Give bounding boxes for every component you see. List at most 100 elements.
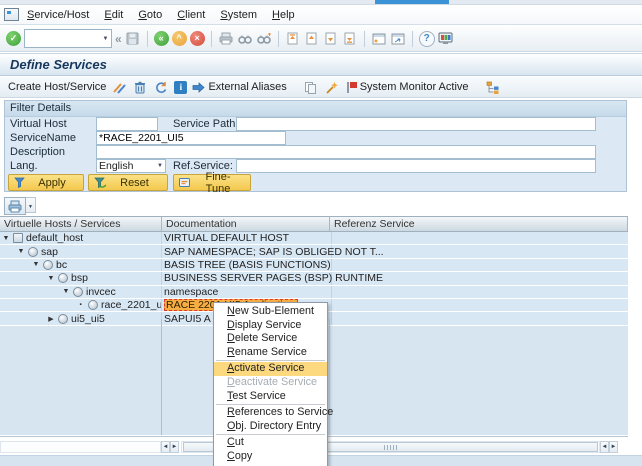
documentation-text[interactable]: namespace xyxy=(164,286,218,298)
service-name[interactable]: sap xyxy=(41,246,58,258)
menubar-item-edit[interactable]: Edit xyxy=(104,9,123,21)
fine-tune-button[interactable]: Fine-Tune xyxy=(173,174,251,191)
table-row-invcec[interactable]: ▼ invcec namespace xyxy=(0,286,628,299)
tree-cell[interactable]: ▼ bsp xyxy=(0,272,162,284)
service-name[interactable]: default_host xyxy=(26,232,83,244)
documentation-text[interactable]: SAP NAMESPACE; SAP IS OBLIGED NOT T... xyxy=(164,246,384,258)
menubar-item-system[interactable]: System xyxy=(220,9,257,21)
next-page-icon[interactable] xyxy=(323,31,339,47)
copy-icon[interactable] xyxy=(303,79,319,95)
service-name-input[interactable] xyxy=(96,131,286,145)
print-list-button[interactable] xyxy=(4,197,26,215)
collapse-toolbar-icon[interactable]: « xyxy=(115,32,122,46)
tree-expander-icon[interactable]: ▼ xyxy=(2,235,10,242)
tree-expander-icon[interactable]: ▼ xyxy=(32,261,40,268)
table-row-bc[interactable]: ▼ bc BASIS TREE (BASIS FUNCTIONS) xyxy=(0,259,628,272)
scroll-left-icon[interactable]: ◄ xyxy=(600,441,609,453)
scrollbar-track[interactable] xyxy=(0,441,161,453)
sort-hierarchy-icon[interactable] xyxy=(485,79,501,95)
last-page-icon[interactable] xyxy=(342,31,358,47)
service-name[interactable]: race_2201_ui5 xyxy=(101,299,162,311)
external-aliases-button[interactable]: External Aliases xyxy=(208,81,286,93)
new-session-icon[interactable] xyxy=(371,31,387,47)
system-menu-icon[interactable] xyxy=(4,8,19,21)
context-menu-item-activate-service[interactable]: Activate Service xyxy=(214,362,327,376)
tree-expander-icon[interactable]: · xyxy=(77,302,85,308)
service-name[interactable]: bc xyxy=(56,259,67,271)
context-menu-item-test-service[interactable]: Test Service xyxy=(214,390,327,404)
menubar-item-service-host[interactable]: Service/Host xyxy=(27,9,89,21)
scroll-right-icon[interactable]: ► xyxy=(609,441,618,453)
ref-service-input[interactable] xyxy=(236,159,596,173)
command-dropdown-icon[interactable]: ▼ xyxy=(100,30,111,47)
tree-cell[interactable]: ▼ bc xyxy=(0,259,162,271)
column-header-documentation[interactable]: Documentation xyxy=(162,217,330,231)
tree-column-hscrollbar[interactable]: ◄ ► xyxy=(0,441,179,453)
context-menu-item-new-sub-element[interactable]: New Sub-Element xyxy=(214,305,327,319)
service-name[interactable]: bsp xyxy=(71,272,88,284)
tree-cell[interactable]: · race_2201_ui5 xyxy=(0,299,162,311)
column-header-hosts-services[interactable]: Virtuelle Hosts / Services xyxy=(0,217,162,231)
cancel-icon[interactable]: × xyxy=(190,31,205,46)
context-menu-item-deactivate-service[interactable]: Deactivate Service xyxy=(214,376,327,390)
find-next-icon[interactable] xyxy=(256,31,272,47)
info-icon[interactable]: i xyxy=(174,81,187,94)
first-page-icon[interactable] xyxy=(285,31,301,47)
context-menu-item-obj-directory-entry[interactable]: Obj. Directory Entry xyxy=(214,420,327,434)
service-path-input[interactable] xyxy=(236,117,596,131)
edit-service-icon[interactable] xyxy=(111,79,127,95)
context-menu-item-rename-service[interactable]: Rename Service xyxy=(214,346,327,360)
scroll-right-icon[interactable]: ► xyxy=(170,441,179,453)
documentation-text[interactable]: BASIS TREE (BASIS FUNCTIONS) xyxy=(164,259,331,271)
documentation-cell[interactable]: VIRTUAL DEFAULT HOST xyxy=(162,232,332,244)
description-input[interactable] xyxy=(96,145,596,159)
table-row-bsp[interactable]: ▼ bsp BUSINESS SERVER PAGES (BSP) RUNTIM… xyxy=(0,272,628,285)
context-menu-item-delete-service[interactable]: Delete Service xyxy=(214,332,327,346)
context-menu-item-references-to-service[interactable]: References to Service xyxy=(214,406,327,420)
refresh-icon[interactable] xyxy=(153,79,169,95)
documentation-cell[interactable]: BUSINESS SERVER PAGES (BSP) RUNTIME xyxy=(162,272,332,284)
reset-button[interactable]: Reset xyxy=(88,174,168,191)
table-row-default-host[interactable]: ▼ default_host VIRTUAL DEFAULT HOST xyxy=(0,232,628,245)
save-icon[interactable] xyxy=(125,31,141,47)
tree-expander-icon[interactable]: ▼ xyxy=(47,275,55,282)
service-name[interactable]: invcec xyxy=(86,286,116,298)
back-icon[interactable]: « xyxy=(154,31,169,46)
command-field[interactable]: ▼ xyxy=(24,29,112,48)
documentation-cell[interactable]: BASIS TREE (BASIS FUNCTIONS) xyxy=(162,259,332,271)
context-menu-item-cut[interactable]: Cut xyxy=(214,436,327,450)
system-monitor-flag-icon[interactable] xyxy=(345,81,357,94)
command-input[interactable] xyxy=(25,32,100,45)
help-icon[interactable]: ? xyxy=(419,31,435,47)
menubar-item-client[interactable]: Client xyxy=(177,9,205,21)
find-icon[interactable] xyxy=(237,31,253,47)
tree-expander-icon[interactable]: ▼ xyxy=(17,248,25,255)
scroll-left-icon[interactable]: ◄ xyxy=(161,441,170,453)
print-options-dropdown[interactable]: ▼ xyxy=(26,197,36,213)
documentation-cell[interactable]: namespace xyxy=(162,286,332,298)
context-menu-item-copy[interactable]: Copy xyxy=(214,450,327,464)
shortcut-icon[interactable] xyxy=(390,31,406,47)
menubar-item-help[interactable]: Help xyxy=(272,9,295,21)
wizard-wand-icon[interactable] xyxy=(324,79,340,95)
context-menu-item-display-service[interactable]: Display Service xyxy=(214,319,327,333)
print-icon[interactable] xyxy=(218,31,234,47)
documentation-cell[interactable]: SAP NAMESPACE; SAP IS OBLIGED NOT T... xyxy=(162,245,332,257)
column-header-referenz-service[interactable]: Referenz Service xyxy=(330,217,628,231)
create-host-service-button[interactable]: Create Host/Service xyxy=(8,81,106,93)
language-select[interactable]: English ▼ xyxy=(96,159,166,173)
enter-icon[interactable]: ✓ xyxy=(6,31,21,46)
table-row-sap[interactable]: ▼ sap SAP NAMESPACE; SAP IS OBLIGED NOT … xyxy=(0,245,628,258)
virtual-host-input[interactable] xyxy=(96,117,158,131)
documentation-text[interactable]: VIRTUAL DEFAULT HOST xyxy=(164,232,289,244)
previous-page-icon[interactable] xyxy=(304,31,320,47)
apply-button[interactable]: Apply xyxy=(8,174,84,191)
tree-cell[interactable]: ▼ invcec xyxy=(0,286,162,298)
documentation-text[interactable]: BUSINESS SERVER PAGES (BSP) RUNTIME xyxy=(164,272,383,284)
customize-layout-icon[interactable] xyxy=(438,31,454,47)
tree-cell[interactable]: ▼ default_host xyxy=(0,232,162,244)
external-aliases-arrow-icon[interactable] xyxy=(192,79,205,95)
menubar-item-goto[interactable]: Goto xyxy=(138,9,162,21)
tree-cell[interactable]: ▼ sap xyxy=(0,245,162,257)
exit-icon[interactable]: ^ xyxy=(172,31,187,46)
